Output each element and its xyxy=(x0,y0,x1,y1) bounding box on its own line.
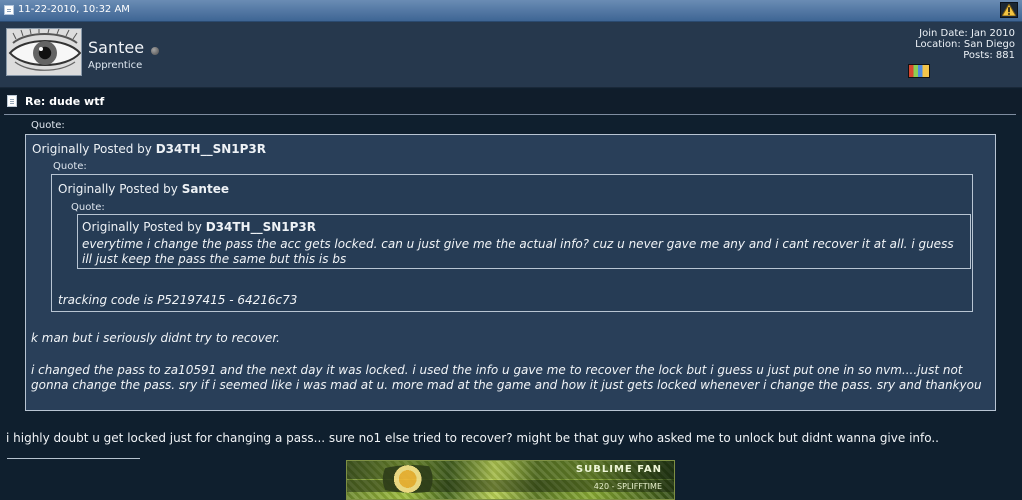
banner-title: SUBLIME FAN xyxy=(575,464,662,475)
quoted-author[interactable]: D34TH__SN1P3R xyxy=(206,220,316,234)
user-stats: Join Date: Jan 2010 Location: San Diego … xyxy=(915,28,1015,61)
user-rank: Apprentice xyxy=(88,60,143,71)
user-info-bar: Santee Apprentice Join Date: Jan 2010 Lo… xyxy=(0,22,1022,88)
avatar[interactable] xyxy=(6,28,82,76)
signature-divider xyxy=(7,458,140,459)
post-timestamp: 11-22-2010, 10:32 AM xyxy=(18,4,130,15)
outer-quote: Originally Posted by D34TH__SN1P3R Quote… xyxy=(25,134,996,411)
username[interactable]: Santee xyxy=(88,38,144,57)
middle-quote: Originally Posted by Santee Quote: Origi… xyxy=(51,174,973,312)
banner-art xyxy=(369,465,455,493)
offline-status-icon xyxy=(151,47,159,55)
document-icon xyxy=(7,95,17,107)
title-divider xyxy=(4,114,1016,115)
reputation-icon[interactable] xyxy=(908,64,930,78)
quote-label: Quote: xyxy=(53,161,87,172)
inner-quote-attribution: Originally Posted by D34TH__SN1P3R xyxy=(82,220,316,234)
outer-quote-line-2: i changed the pass to za10591 and the ne… xyxy=(31,363,982,392)
location: Location: San Diego xyxy=(915,39,1015,50)
post-title: Re: dude wtf xyxy=(25,95,105,108)
quoted-author[interactable]: D34TH__SN1P3R xyxy=(156,142,266,156)
eye-avatar-image xyxy=(7,29,81,75)
signature-banner[interactable]: SUBLIME FAN 420 - SPLIFFTIME xyxy=(346,460,675,500)
quoted-author[interactable]: Santee xyxy=(182,182,229,196)
middle-quote-text: tracking code is P52197415 - 64216c73 xyxy=(58,293,298,307)
outer-quote-attribution: Originally Posted by D34TH__SN1P3R xyxy=(32,142,266,156)
post-header-bar: 11-22-2010, 10:32 AM xyxy=(0,0,1022,22)
originally-posted-by: Originally Posted by xyxy=(82,220,202,234)
post-date: 11-22-2010, 10:32 AM xyxy=(4,4,130,15)
join-date: Join Date: Jan 2010 xyxy=(919,28,1015,39)
post-count: Posts: 881 xyxy=(963,50,1015,61)
document-icon xyxy=(4,4,14,15)
inner-quote-text: everytime i change the pass the acc gets… xyxy=(82,237,954,266)
middle-quote-attribution: Originally Posted by Santee xyxy=(58,182,229,196)
originally-posted-by: Originally Posted by xyxy=(58,182,178,196)
post-title-row: Re: dude wtf xyxy=(0,89,1022,115)
warning-icon xyxy=(1002,4,1016,16)
post-body-text: i highly doubt u get locked just for cha… xyxy=(6,431,939,445)
quote-label: Quote: xyxy=(71,202,105,213)
quote-label: Quote: xyxy=(31,120,65,131)
originally-posted-by: Originally Posted by xyxy=(32,142,152,156)
report-post-button[interactable] xyxy=(1000,2,1018,18)
banner-subtitle: 420 - SPLIFFTIME xyxy=(593,482,662,491)
inner-quote: Originally Posted by D34TH__SN1P3R every… xyxy=(77,214,971,269)
outer-quote-line-1: k man but i seriously didnt try to recov… xyxy=(31,331,280,345)
